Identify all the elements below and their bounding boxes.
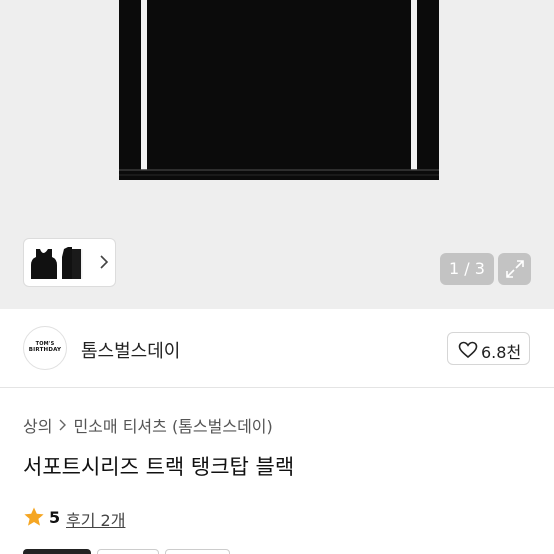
thumbnail-strip[interactable] [23,238,116,287]
breadcrumb-item-subcategory[interactable]: 민소매 티셔츠 (톰스벌스데이) [73,417,272,436]
seller-name[interactable]: 톰스벌스데이 [81,337,180,363]
seller-logo-line2: BIRTHDAY [28,347,62,353]
product-image-gallery[interactable]: 1 / 3 [0,0,554,309]
like-count: 6.8천 [481,343,522,362]
seller-avatar[interactable]: TOM'S BIRTHDAY [23,326,67,370]
option-tab-1[interactable] [23,549,91,554]
product-title: 서포트시리즈 트랙 탱크탑 블랙 [23,455,295,479]
reviews-link[interactable]: 후기 2개 [66,507,125,531]
option-tab-3[interactable] [165,549,230,554]
seller-section: TOM'S BIRTHDAY 톰스벌스데이 6.8천 [0,309,554,388]
expand-icon [506,260,524,278]
image-counter: 1 / 3 [440,253,494,285]
like-button[interactable]: 6.8천 [447,332,530,365]
thumbnail-tank-top[interactable] [28,243,94,283]
heart-icon [458,341,478,359]
chevron-right-icon [59,419,67,431]
star-icon [24,507,44,526]
rating-score: 5 [49,508,61,527]
chevron-right-icon[interactable] [99,253,109,271]
breadcrumb-item-category[interactable]: 상의 [23,417,52,436]
tank-top-image [119,0,439,188]
fullscreen-button[interactable] [498,253,531,285]
option-tab-2[interactable] [97,549,159,554]
breadcrumb: 상의 민소매 티셔츠 (톰스벌스데이) [23,413,273,437]
